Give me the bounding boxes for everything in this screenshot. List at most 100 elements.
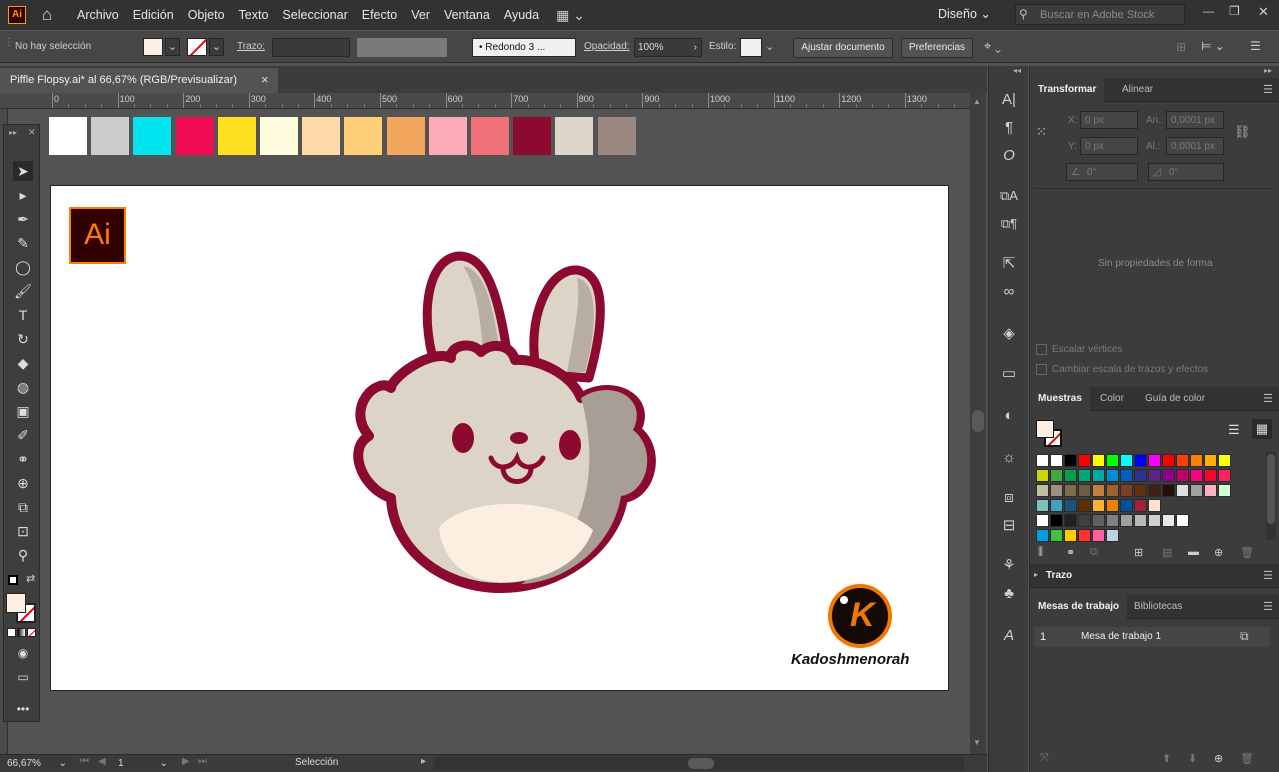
swatch-cell[interactable] [1106,469,1119,482]
brushes-icon[interactable]: ⚘ [999,556,1019,576]
color-group-edit-icon[interactable]: ⊞ [1134,546,1143,559]
canvas-color-swatch[interactable] [217,117,256,155]
quick-actions-icon[interactable]: ⌖ ⌄ [984,38,1001,54]
stroke-none-swatch[interactable] [187,38,207,56]
menu-item[interactable]: Texto [232,8,276,22]
swatch-cell[interactable] [1148,499,1161,512]
reference-point-icon[interactable]: ⁙ [1036,124,1047,140]
style-chevron-icon[interactable]: ⌄ [765,40,774,53]
swatch-cell[interactable] [1148,484,1161,497]
swatch-cell[interactable] [1064,499,1077,512]
swatch-cell[interactable] [1190,484,1203,497]
type-tool-icon[interactable]: T [13,305,33,325]
move-up-icon[interactable]: ⬆ [1162,752,1171,765]
fill-chevron-icon[interactable]: ⌄ [165,38,180,56]
swatch-cell[interactable] [1050,514,1063,527]
swatch-cell[interactable] [1176,514,1189,527]
swatch-cell[interactable] [1050,529,1063,542]
height-input[interactable]: 0,0001 px [1166,137,1224,155]
menu-item[interactable]: Ayuda [497,8,546,22]
add-to-library-icon[interactable]: ⧉ [1090,546,1098,559]
canvas-color-swatch[interactable] [344,117,383,155]
swatch-cell[interactable] [1204,484,1217,497]
artboard-options-icon[interactable]: ⧉ [1240,629,1249,644]
home-icon[interactable]: ⌂ [36,5,58,25]
scroll-thumb[interactable] [972,410,984,432]
fit-document-button[interactable]: Ajustar documento [793,38,893,58]
swatch-cell[interactable] [1036,514,1049,527]
swatch-cell[interactable] [1148,514,1161,527]
scale-corners-checkbox[interactable] [1036,344,1047,355]
swatch-cell[interactable] [1036,469,1049,482]
panel-menu-icon[interactable]: ☰ [1263,392,1273,405]
swatch-cell[interactable] [1176,469,1189,482]
swatch-cell[interactable] [1078,484,1091,497]
canvas-color-swatch[interactable] [302,117,341,155]
menu-item[interactable]: Ventana [437,8,497,22]
new-color-group-icon[interactable]: ▬ [1188,546,1199,558]
canvas-color-swatch[interactable] [260,117,298,155]
panel-menu-icon[interactable]: ☰ [1263,569,1273,582]
swatch-cell[interactable] [1078,499,1091,512]
swatch-cell[interactable] [1064,529,1077,542]
export-icon[interactable]: ⇱ [999,254,1019,274]
menu-item[interactable]: Objeto [181,8,232,22]
swatch-cell[interactable] [1134,454,1147,467]
panel-menu-icon[interactable]: ☰ [1250,39,1261,53]
constrain-proportions-icon[interactable]: ⛓ [1234,124,1251,140]
new-swatch-icon[interactable]: ⊕ [1214,546,1223,559]
toolbox-close-icon[interactable]: ✕ [28,127,36,138]
canvas-vertical-scrollbar[interactable]: ▲ ▼ [970,93,986,754]
swatch-cell[interactable] [1092,454,1105,467]
transparency-icon[interactable]: ◐ [999,406,1019,426]
artboard-number-select[interactable]: 1 ⌄ [115,756,171,771]
search-input[interactable]: Buscar en Adobe Stock [1040,9,1154,21]
appearance-icon[interactable]: ☼ [999,448,1019,468]
menu-item[interactable]: Efecto [355,8,404,22]
swatch-libraries-icon[interactable]: ⫼ [1038,546,1043,559]
direct-selection-tool-icon[interactable]: ▸ [13,185,33,205]
swatch-cell[interactable] [1092,514,1105,527]
curvature-tool-icon[interactable]: ✎ [13,233,33,253]
tab-libraries[interactable]: Bibliotecas [1126,595,1190,619]
swatch-cell[interactable] [1064,484,1077,497]
swatch-cell[interactable] [1092,484,1105,497]
swatch-cell[interactable] [1092,469,1105,482]
delete-artboard-icon[interactable]: 🗑 [1240,752,1254,765]
list-view-icon[interactable]: ☰ [1228,422,1240,438]
swatch-cell[interactable] [1064,469,1077,482]
opacity-input[interactable]: 100% › [634,38,702,57]
swatch-cell[interactable] [1092,499,1105,512]
default-colors-icon[interactable] [8,575,18,585]
screen-mode-icon[interactable]: ▭ [13,667,33,687]
graphic-styles-icon[interactable]: ⧈ [999,488,1019,508]
toolbox-collapse-icon[interactable]: ▸▸ [9,128,17,137]
move-down-icon[interactable]: ⬇ [1188,752,1197,765]
rearrange-artboards-icon[interactable]: ⤧ [1040,752,1049,765]
swatch-cell[interactable] [1162,484,1175,497]
restore-icon[interactable]: ❐ [1229,4,1240,18]
character-styles-icon[interactable]: ⧉A [999,186,1019,206]
grid-view-icon[interactable]: ▦ [1252,419,1272,439]
tab-artboards[interactable]: Mesas de trabajo [1030,595,1128,619]
paragraph-styles-icon[interactable]: ⧉¶ [999,214,1019,234]
rotate-tool-icon[interactable]: ↻ [13,329,33,349]
swatch-cell[interactable] [1120,499,1133,512]
selection-tool-icon[interactable]: ➤ [13,161,33,181]
gradient-tool-icon[interactable]: ▣ [13,401,33,421]
brush-definition-select[interactable]: • Redondo 3 ... [472,38,576,57]
layers-icon[interactable]: ◈ [999,324,1019,344]
swatch-cell[interactable] [1036,454,1049,467]
swatch-cell[interactable] [1148,469,1161,482]
x-input[interactable]: 0 px [1080,111,1138,129]
swatch-cell[interactable] [1176,484,1189,497]
asset-export-icon[interactable]: ⊟ [999,516,1019,536]
swatch-cell[interactable] [1106,484,1119,497]
swatch-cell[interactable] [1218,469,1231,482]
swatch-cell[interactable] [1148,454,1161,467]
swatch-cell[interactable] [1204,454,1217,467]
swatch-cell[interactable] [1050,484,1063,497]
swatch-cell[interactable] [1162,469,1175,482]
document-tab[interactable]: Piffle Flopsy.ai* al 66,67% (RGB/Previsu… [0,68,278,93]
none-mode-icon[interactable] [27,628,36,637]
